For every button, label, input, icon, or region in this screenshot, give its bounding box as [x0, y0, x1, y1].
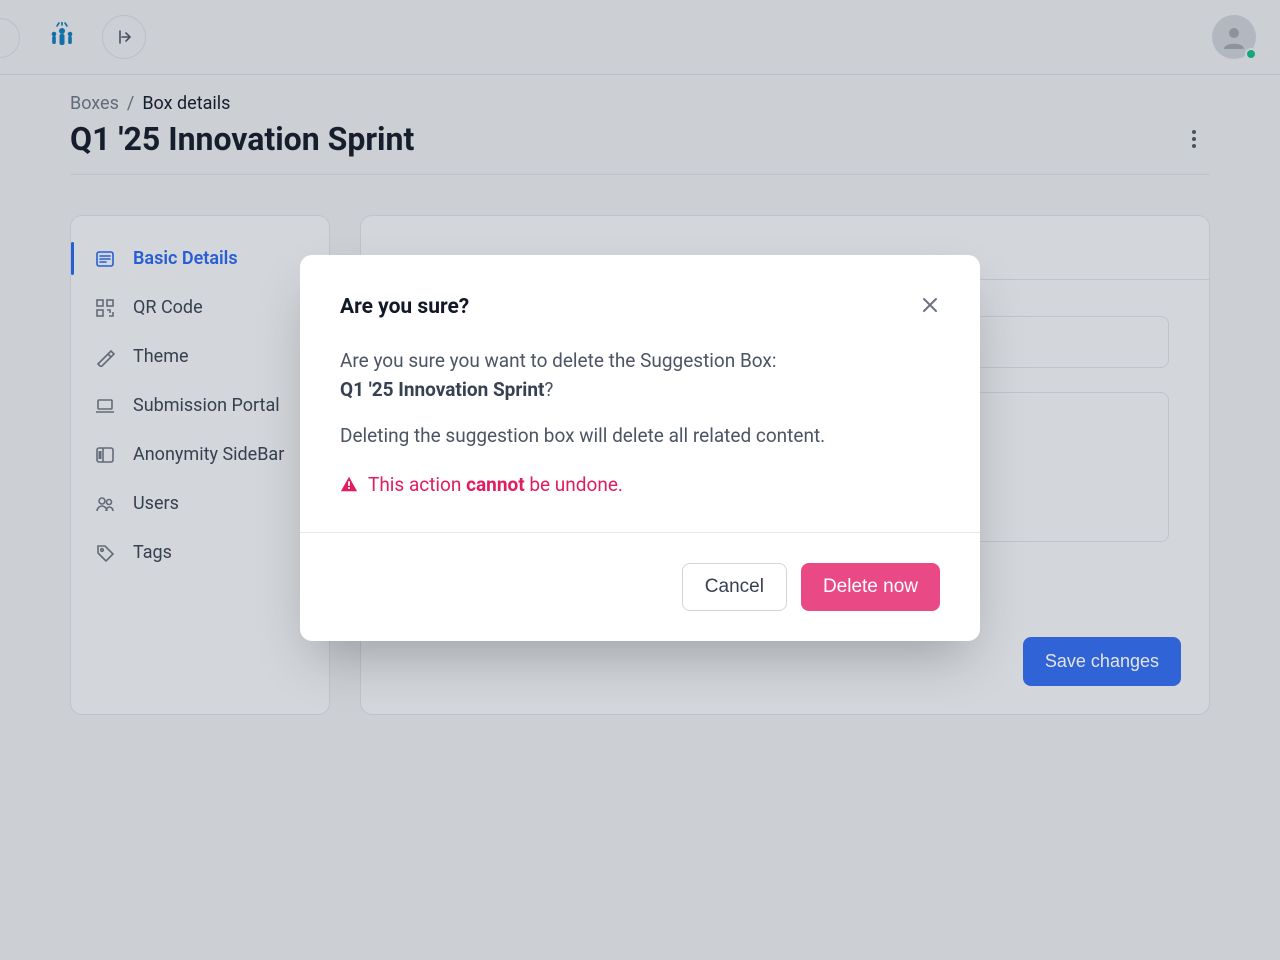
delete-now-button[interactable]: Delete now	[801, 563, 940, 611]
modal-footer: Cancel Delete now	[300, 532, 980, 641]
warning-triangle-icon	[340, 475, 358, 493]
modal-close-button[interactable]	[916, 291, 944, 319]
warn-strong: cannot	[466, 473, 525, 496]
modal-line-2: Deleting the suggestion box will delete …	[340, 422, 940, 451]
modal-line-1: Are you sure you want to delete the Sugg…	[340, 347, 940, 404]
close-icon	[920, 295, 940, 315]
modal-line1-text: Are you sure you want to delete the Sugg…	[340, 349, 776, 372]
confirm-delete-modal: Are you sure? Are you sure you want to d…	[300, 255, 980, 641]
modal-entity-name: Q1 '25 Innovation Sprint	[340, 378, 544, 401]
cancel-button[interactable]: Cancel	[682, 563, 787, 611]
modal-qmark: ?	[544, 378, 553, 401]
warn-pre: This action	[368, 473, 466, 496]
modal-warning: This action cannot be undone.	[340, 473, 940, 496]
modal-overlay[interactable]: Are you sure? Are you sure you want to d…	[0, 0, 1280, 960]
warn-post: be undone.	[525, 473, 623, 496]
modal-body: Are you sure? Are you sure you want to d…	[300, 255, 980, 532]
modal-warning-text: This action cannot be undone.	[368, 473, 623, 496]
modal-title: Are you sure?	[340, 295, 940, 319]
